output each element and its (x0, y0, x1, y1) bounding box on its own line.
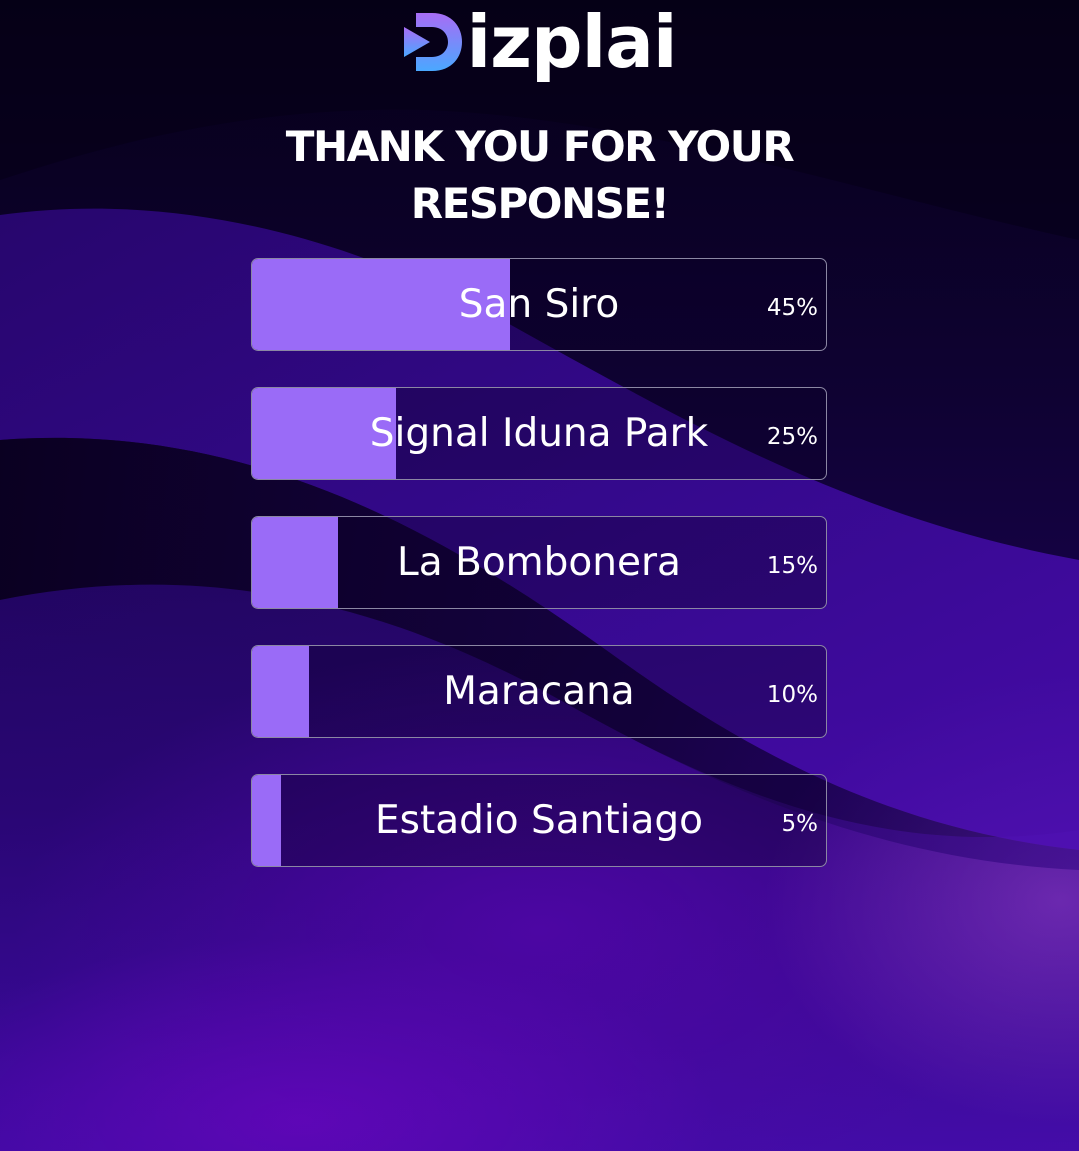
result-option-maracana[interactable]: Maracana 10% (251, 645, 827, 738)
result-label: La Bombonera (397, 540, 681, 585)
result-option-la-bombonera[interactable]: La Bombonera 15% (251, 516, 827, 609)
result-percent: 25% (766, 423, 818, 450)
brand-logo: izplai (0, 0, 1079, 100)
title-line-2: RESPONSE! (410, 179, 670, 228)
result-label: Signal Iduna Park (369, 411, 709, 456)
result-percent: 45% (766, 294, 818, 321)
page-title: THANK YOU FOR YOUR RESPONSE! (0, 118, 1079, 232)
result-percent: 5% (781, 810, 819, 837)
result-label: San Siro (458, 282, 620, 327)
brand-name: izplai (466, 0, 677, 84)
result-label: Estadio Santiago (374, 798, 703, 843)
result-option-san-siro[interactable]: San Siro 45% (251, 258, 827, 351)
result-option-estadio-santiago[interactable]: Estadio Santiago 5% (251, 774, 827, 867)
results-list: San Siro 45% Signal Iduna Park 25% La Bo… (251, 258, 827, 903)
poll-results-page: izplai THANK YOU FOR YOUR RESPONSE! San … (0, 0, 1079, 1151)
play-icon (404, 13, 463, 71)
result-percent: 10% (766, 681, 818, 708)
result-option-signal-iduna-park[interactable]: Signal Iduna Park 25% (251, 387, 827, 480)
result-label: Maracana (443, 669, 635, 714)
result-percent: 15% (766, 552, 818, 579)
title-line-1: THANK YOU FOR YOUR (285, 122, 795, 171)
